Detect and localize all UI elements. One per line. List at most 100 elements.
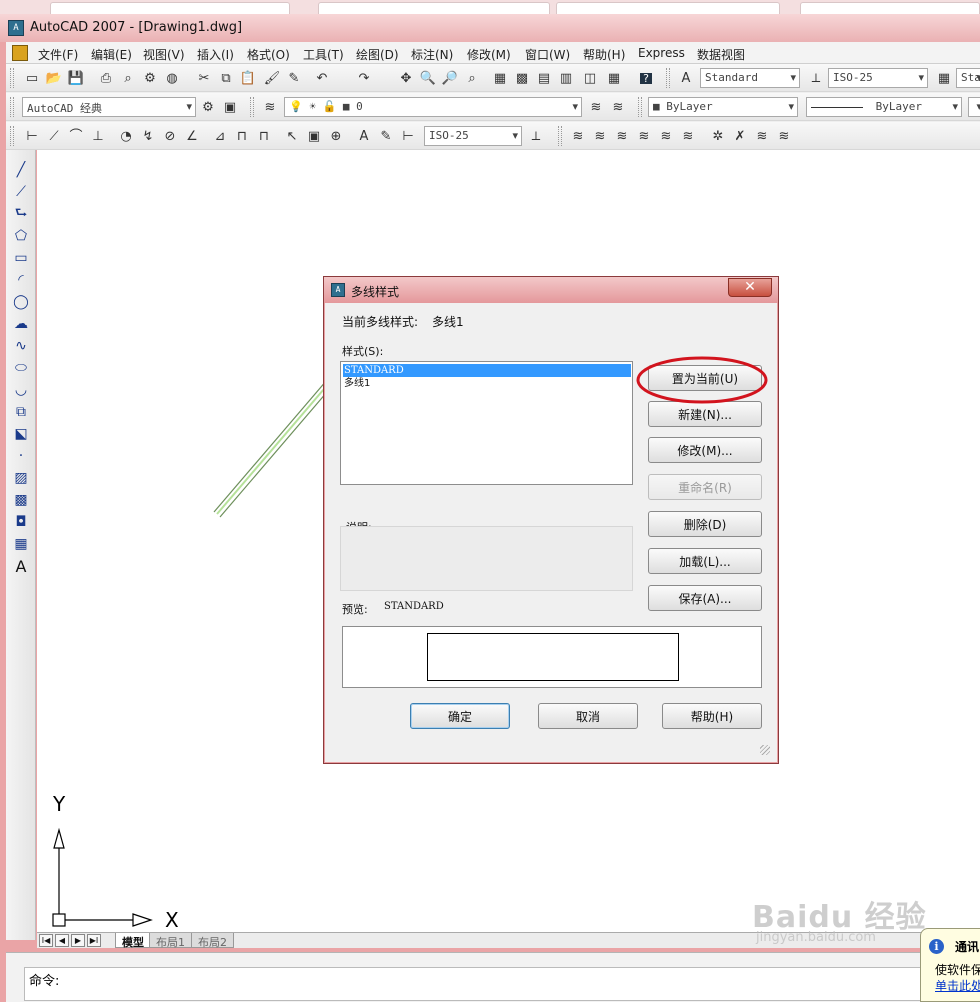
ellipse-icon[interactable]: ⬭ xyxy=(11,358,31,378)
last-tab-button[interactable]: ▶I xyxy=(87,934,101,947)
dialog-title-bar[interactable]: A 多线样式 ✕ xyxy=(324,277,778,303)
angular-dimension-icon[interactable]: ∠ xyxy=(182,126,202,146)
publish-icon[interactable]: ⚙ xyxy=(140,68,160,88)
command-line[interactable]: 命令: xyxy=(24,967,974,1001)
layer-tool-5-icon[interactable]: ≋ xyxy=(656,126,676,146)
browser-tab[interactable] xyxy=(50,2,290,14)
rename-button[interactable]: 重命名(R) xyxy=(648,474,762,500)
load-button[interactable]: 加载(L)... xyxy=(648,548,762,574)
sheet-set-icon[interactable]: ▥ xyxy=(556,68,576,88)
layer-tool-10-icon[interactable]: ≋ xyxy=(774,126,794,146)
toolbar-grip[interactable] xyxy=(10,97,14,117)
arc-length-icon[interactable]: ⌒ xyxy=(66,126,86,146)
multiline-object[interactable] xyxy=(213,379,334,518)
help-icon[interactable]: ? xyxy=(636,68,656,88)
layer-tool-1-icon[interactable]: ≋ xyxy=(568,126,588,146)
redo-icon[interactable]: ↷ xyxy=(354,68,374,88)
browser-tab[interactable] xyxy=(318,2,550,14)
first-tab-button[interactable]: I◀ xyxy=(39,934,53,947)
arc-icon[interactable]: ◜ xyxy=(11,270,31,290)
new-file-icon[interactable]: ▭ xyxy=(22,68,42,88)
quick-leader-icon[interactable]: ↖ xyxy=(282,126,302,146)
menu-format[interactable]: 格式(O) xyxy=(247,46,290,63)
region-icon[interactable]: ◘ xyxy=(11,512,31,532)
revision-cloud-icon[interactable]: ☁ xyxy=(11,314,31,334)
prev-tab-button[interactable]: ◀ xyxy=(55,934,69,947)
dimension-text-edit-icon[interactable]: ✎ xyxy=(376,126,396,146)
table-icon[interactable]: ▦ xyxy=(11,534,31,554)
tab-layout1[interactable]: 布局1 xyxy=(149,933,192,949)
text-style-select[interactable]: Standard xyxy=(700,68,800,88)
toolbar-grip[interactable] xyxy=(558,126,562,146)
layer-tool-6-icon[interactable]: ≋ xyxy=(678,126,698,146)
menu-modify[interactable]: 修改(M) xyxy=(467,46,511,63)
next-tab-button[interactable]: ▶ xyxy=(71,934,85,947)
make-block-icon[interactable]: ⬕ xyxy=(11,424,31,444)
pan-icon[interactable]: ✥ xyxy=(396,68,416,88)
modify-button[interactable]: 修改(M)... xyxy=(648,437,762,463)
table-style-select[interactable]: Sta xyxy=(956,68,980,88)
menu-draw[interactable]: 绘图(D) xyxy=(356,46,399,63)
close-button[interactable]: ✕ xyxy=(728,278,772,297)
undo-icon[interactable]: ↶ xyxy=(312,68,332,88)
zoom-realtime-icon[interactable]: 🔍 xyxy=(418,68,438,88)
menu-edit[interactable]: 编辑(E) xyxy=(91,46,132,63)
print-preview-icon[interactable]: ⌕ xyxy=(118,68,138,88)
menu-dimension[interactable]: 标注(N) xyxy=(411,46,453,63)
dimension-update-icon[interactable]: ⊢ xyxy=(398,126,418,146)
linear-dimension-icon[interactable]: ⊢ xyxy=(22,126,42,146)
tab-model[interactable]: 模型 xyxy=(115,933,151,949)
menu-help[interactable]: 帮助(H) xyxy=(583,46,625,63)
dimension-style-manager-icon[interactable]: ⟂ xyxy=(526,126,546,146)
browser-tab[interactable] xyxy=(800,2,980,14)
toolbar-grip[interactable] xyxy=(10,68,14,88)
jogged-dimension-icon[interactable]: ↯ xyxy=(138,126,158,146)
save-workspace-icon[interactable]: ▣ xyxy=(220,97,240,117)
toolbar-grip[interactable] xyxy=(638,97,642,117)
properties-icon[interactable]: ▦ xyxy=(490,68,510,88)
ellipse-arc-icon[interactable]: ◡ xyxy=(11,380,31,400)
layer-tool-8-icon[interactable]: ✗ xyxy=(730,126,750,146)
list-item[interactable]: STANDARD xyxy=(343,364,631,377)
gradient-icon[interactable]: ▩ xyxy=(11,490,31,510)
make-layer-current-icon[interactable]: ≋ xyxy=(586,97,606,117)
text-style-icon[interactable]: A xyxy=(676,68,696,88)
zoom-previous-icon[interactable]: ⌕ xyxy=(462,68,482,88)
insert-block-icon[interactable]: ⧉ xyxy=(11,402,31,422)
tab-layout2[interactable]: 布局2 xyxy=(191,933,234,949)
layer-tool-4-icon[interactable]: ≋ xyxy=(634,126,654,146)
tool-palettes-icon[interactable]: ▤ xyxy=(534,68,554,88)
block-editor-icon[interactable]: ✎ xyxy=(284,68,304,88)
aligned-dimension-icon[interactable]: ⟋ xyxy=(44,126,64,146)
notification-balloon[interactable]: i 通讯 使软件保 单击此处 xyxy=(920,928,980,1002)
menu-window[interactable]: 窗口(W) xyxy=(525,46,570,63)
autocad-app-icon[interactable]: A xyxy=(8,20,24,36)
linetype-select[interactable]: ByLayer xyxy=(806,97,962,117)
spline-icon[interactable]: ∿ xyxy=(11,336,31,356)
diameter-dimension-icon[interactable]: ⊘ xyxy=(160,126,180,146)
save-icon[interactable]: 💾 xyxy=(66,68,86,88)
document-icon[interactable] xyxy=(12,45,28,61)
workspace-settings-icon[interactable]: ⚙ xyxy=(198,97,218,117)
hatch-icon[interactable]: ▨ xyxy=(11,468,31,488)
layer-tool-7-icon[interactable]: ✲ xyxy=(708,126,728,146)
layer-tool-3-icon[interactable]: ≋ xyxy=(612,126,632,146)
continue-dimension-icon[interactable]: ⊓ xyxy=(254,126,274,146)
color-select[interactable]: ■ ByLayer xyxy=(648,97,798,117)
rectangle-icon[interactable]: ▭ xyxy=(11,248,31,268)
dimension-style-select-2[interactable]: ISO-25 xyxy=(424,126,522,146)
menu-file[interactable]: 文件(F) xyxy=(38,46,78,63)
markup-icon[interactable]: ◫ xyxy=(580,68,600,88)
quick-dimension-icon[interactable]: ⊿ xyxy=(210,126,230,146)
list-item[interactable]: 多线1 xyxy=(343,377,631,390)
point-icon[interactable]: · xyxy=(11,446,31,466)
notification-link[interactable]: 单击此处 xyxy=(935,977,980,994)
match-properties-icon[interactable]: 🖌 xyxy=(262,68,282,88)
open-folder-icon[interactable]: 📂 xyxy=(44,68,64,88)
browser-tab[interactable] xyxy=(556,2,780,14)
calculator-icon[interactable]: ▦ xyxy=(604,68,624,88)
layer-tool-9-icon[interactable]: ≋ xyxy=(752,126,772,146)
delete-button[interactable]: 删除(D) xyxy=(648,511,762,537)
circle-icon[interactable]: ◯ xyxy=(11,292,31,312)
ok-button[interactable]: 确定 xyxy=(410,703,510,729)
